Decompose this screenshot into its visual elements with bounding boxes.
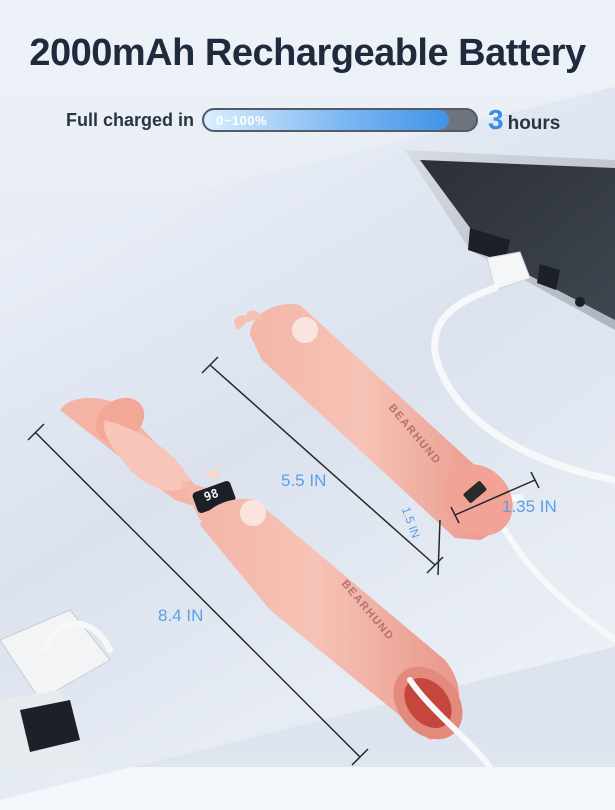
product-illustration (0, 150, 615, 767)
fan-blade (104, 420, 190, 491)
battery-diameter-label: 1.35 IN (502, 497, 557, 516)
battery-length-label: 5.5 IN (281, 471, 327, 490)
power-adapter (0, 609, 113, 767)
port-height-line (437, 519, 441, 576)
laptop (405, 150, 615, 330)
product-scene: 2000mAh Rechargeable Battery Full charge… (0, 0, 615, 810)
fan-logo-icon (240, 500, 266, 526)
fan-length-label: 8.4 IN (158, 606, 204, 625)
battery-logo-icon (292, 317, 318, 343)
